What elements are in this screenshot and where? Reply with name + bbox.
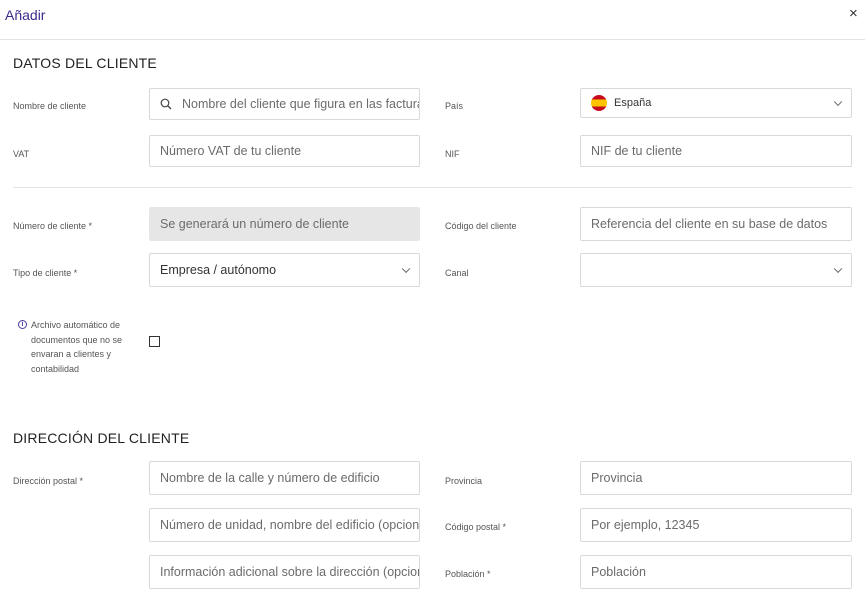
section-divider bbox=[13, 187, 852, 188]
client-code-placeholder: Referencia del cliente en su base de dat… bbox=[591, 217, 828, 231]
chevron-down-icon bbox=[833, 97, 843, 107]
street-placeholder: Nombre de la calle y número de edificio bbox=[160, 471, 380, 485]
postal-code-label: Código postal * bbox=[445, 522, 507, 532]
postal-code-field[interactable]: Por ejemplo, 12345 bbox=[580, 508, 852, 542]
extra-address-placeholder: Información adicional sobre la dirección… bbox=[160, 565, 420, 579]
country-label: País bbox=[445, 101, 464, 111]
country-select[interactable]: España bbox=[580, 88, 852, 118]
vat-label: VAT bbox=[13, 149, 30, 159]
auto-archive-label: Archivo automático de documentos que no … bbox=[31, 320, 123, 374]
client-number-value: Se generará un número de cliente bbox=[160, 217, 350, 231]
search-icon bbox=[160, 98, 172, 110]
client-number-field: Se generará un número de cliente bbox=[149, 207, 420, 241]
nif-label: NIF bbox=[445, 149, 460, 159]
section-title-client-data: DATOS DEL CLIENTE bbox=[13, 55, 157, 71]
postal-address-label: Dirección postal * bbox=[13, 476, 84, 486]
province-placeholder: Provincia bbox=[591, 471, 643, 485]
city-field[interactable]: Población bbox=[580, 555, 852, 589]
province-field[interactable]: Provincia bbox=[580, 461, 852, 495]
province-label: Provincia bbox=[445, 476, 483, 486]
client-name-placeholder: Nombre del cliente que figura en las fac… bbox=[182, 97, 420, 111]
channel-select[interactable] bbox=[580, 253, 852, 287]
vat-placeholder: Número VAT de tu cliente bbox=[160, 144, 302, 158]
unit-placeholder: Número de unidad, nombre del edificio (o… bbox=[160, 518, 420, 532]
spain-flag-icon bbox=[591, 95, 607, 111]
client-name-field[interactable]: Nombre del cliente que figura en las fac… bbox=[149, 88, 420, 120]
client-type-select[interactable]: Empresa / autónomo bbox=[149, 253, 420, 287]
nif-placeholder: NIF de tu cliente bbox=[591, 144, 683, 158]
postal-code-placeholder: Por ejemplo, 12345 bbox=[591, 518, 700, 532]
extra-address-field[interactable]: Información adicional sobre la dirección… bbox=[149, 555, 420, 589]
nif-field[interactable]: NIF de tu cliente bbox=[580, 135, 852, 167]
city-label: Población * bbox=[445, 569, 491, 579]
client-code-field[interactable]: Referencia del cliente en su base de dat… bbox=[580, 207, 852, 241]
chevron-down-icon bbox=[401, 264, 411, 274]
street-field[interactable]: Nombre de la calle y número de edificio bbox=[149, 461, 420, 495]
close-icon[interactable]: × bbox=[849, 6, 858, 22]
section-title-address: DIRECCIÓN DEL CLIENTE bbox=[13, 430, 190, 446]
client-number-label: Número de cliente * bbox=[13, 221, 93, 231]
info-icon: i bbox=[18, 320, 27, 329]
chevron-down-icon bbox=[833, 264, 843, 274]
dialog-title: Añadir bbox=[5, 7, 46, 23]
channel-label: Canal bbox=[445, 268, 469, 278]
header-divider bbox=[0, 39, 865, 40]
client-type-value: Empresa / autónomo bbox=[160, 263, 277, 277]
country-value: España bbox=[614, 97, 652, 109]
vat-field[interactable]: Número VAT de tu cliente bbox=[149, 135, 420, 167]
auto-archive-checkbox[interactable] bbox=[149, 336, 160, 347]
unit-field[interactable]: Número de unidad, nombre del edificio (o… bbox=[149, 508, 420, 542]
city-placeholder: Población bbox=[591, 565, 646, 579]
client-code-label: Código del cliente bbox=[445, 221, 517, 231]
client-name-label: Nombre de cliente bbox=[13, 101, 87, 111]
client-type-label: Tipo de cliente * bbox=[13, 268, 78, 278]
